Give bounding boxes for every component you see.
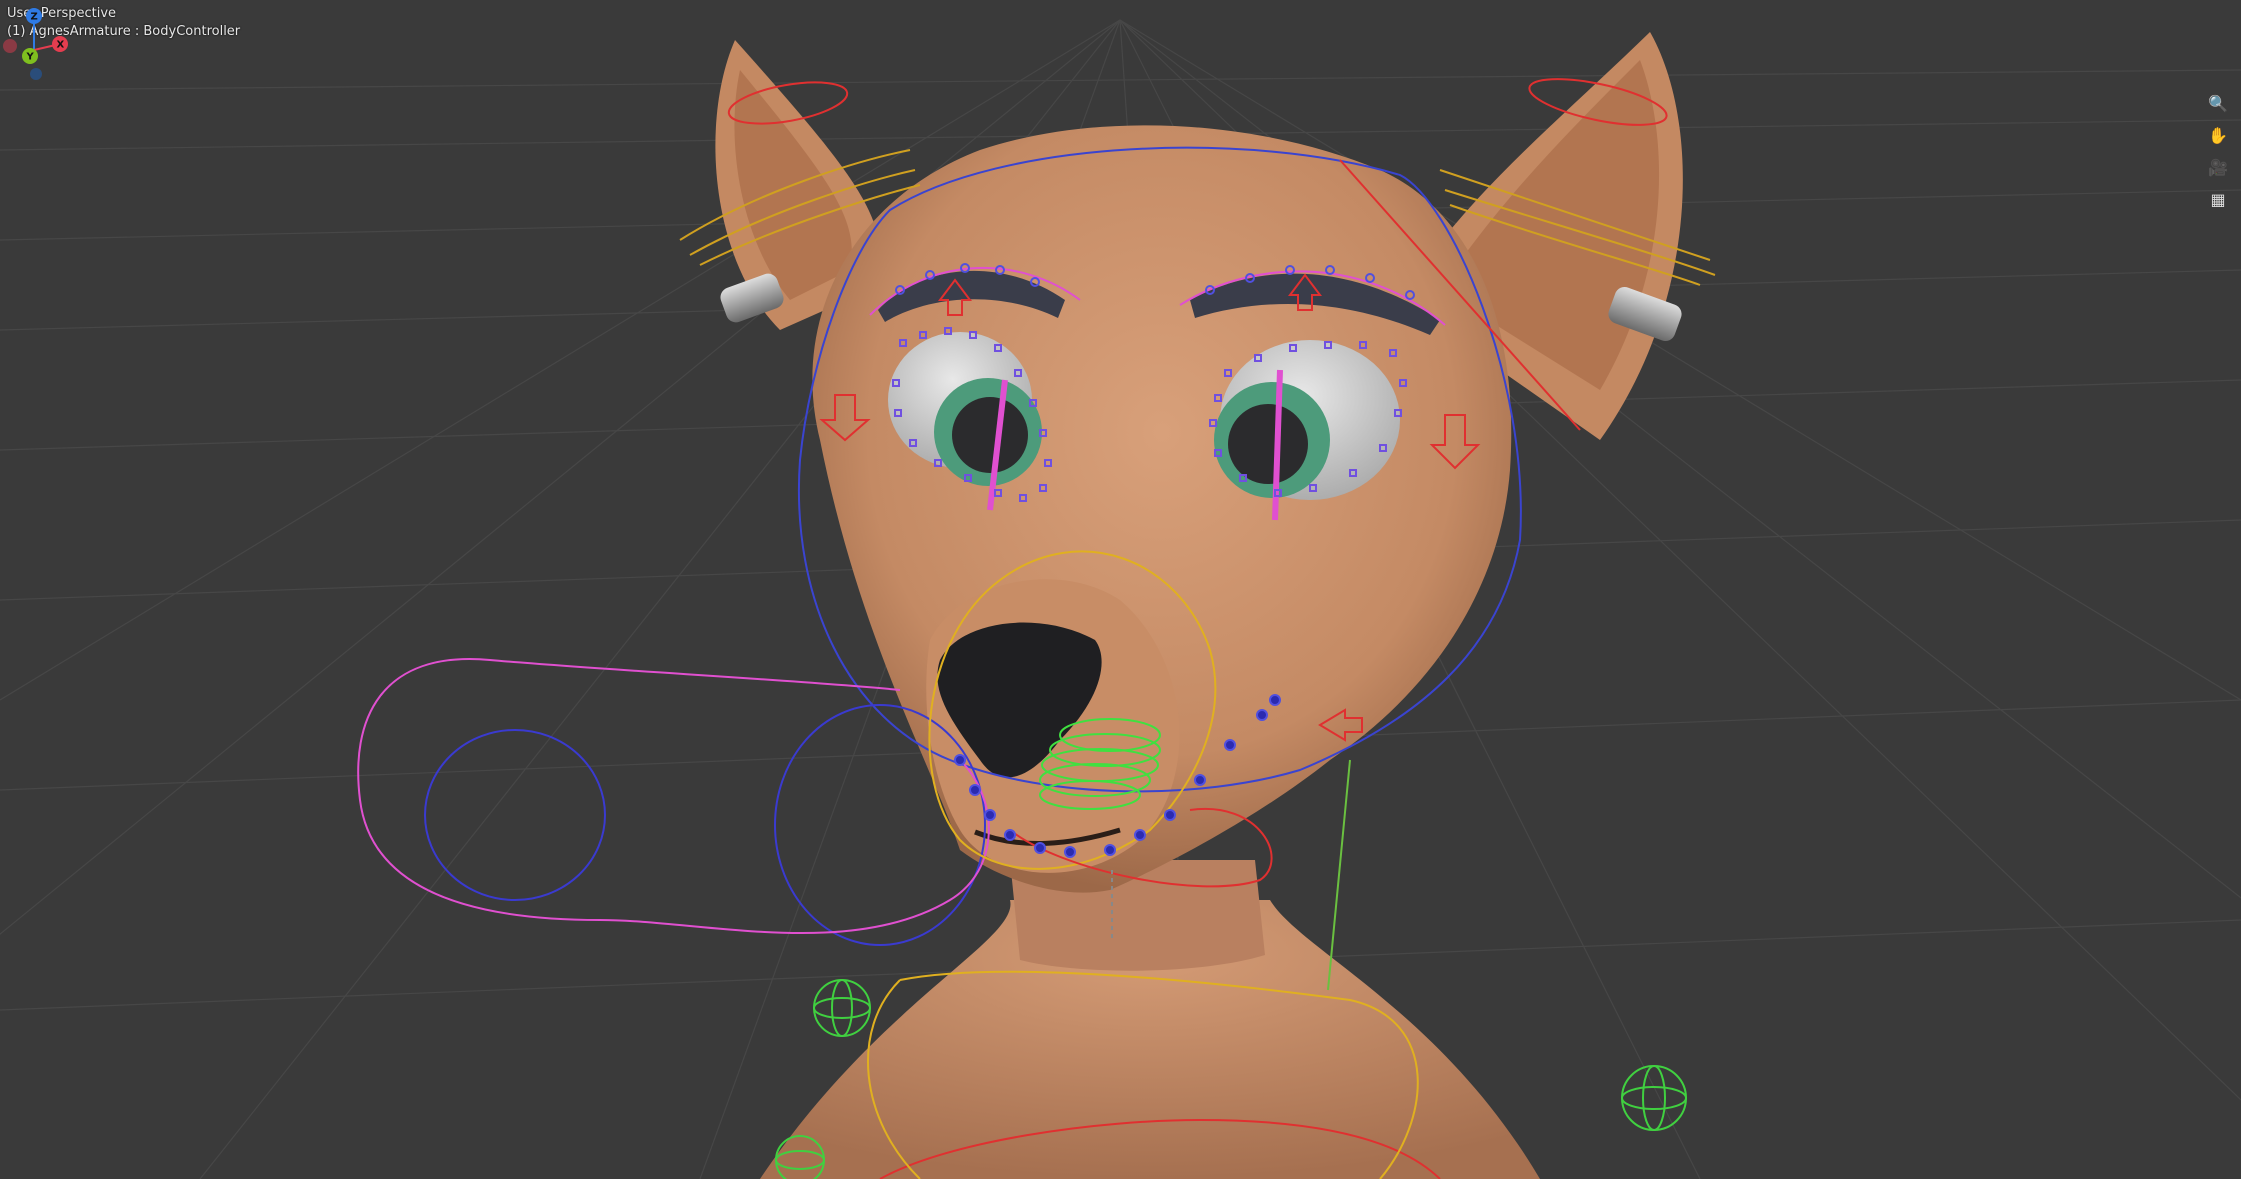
3d-viewport[interactable]: User Perspective (1) AgnesArmature : Bod… xyxy=(0,0,2241,1179)
left-pupil xyxy=(952,397,1028,473)
gizmo-y-label: Y xyxy=(26,52,35,63)
gizmo-z-label: Z xyxy=(31,12,38,23)
left-loop-control[interactable] xyxy=(424,729,606,901)
pink-loop-control[interactable] xyxy=(357,658,990,935)
right-sphere-control[interactable] xyxy=(1621,1065,1687,1131)
camera-icon[interactable]: 🎥 xyxy=(2205,154,2231,180)
gizmo-neg-z-axis[interactable] xyxy=(30,68,42,80)
right-pupil xyxy=(1228,404,1308,484)
hand-icon[interactable]: ✋ xyxy=(2205,122,2231,148)
navigation-toolbar: 🔍 ✋ 🎥 ▦ xyxy=(2205,90,2231,212)
magnifier-icon[interactable]: 🔍 xyxy=(2205,90,2231,116)
viewport-canvas[interactable] xyxy=(0,0,2241,1179)
gizmo-x-label: X xyxy=(57,40,65,51)
left-sphere-control[interactable] xyxy=(813,979,871,1037)
grid-icon[interactable]: ▦ xyxy=(2205,186,2231,212)
navigation-gizmo[interactable]: Z X Y xyxy=(0,0,70,80)
gizmo-neg-x-axis[interactable] xyxy=(3,39,17,53)
